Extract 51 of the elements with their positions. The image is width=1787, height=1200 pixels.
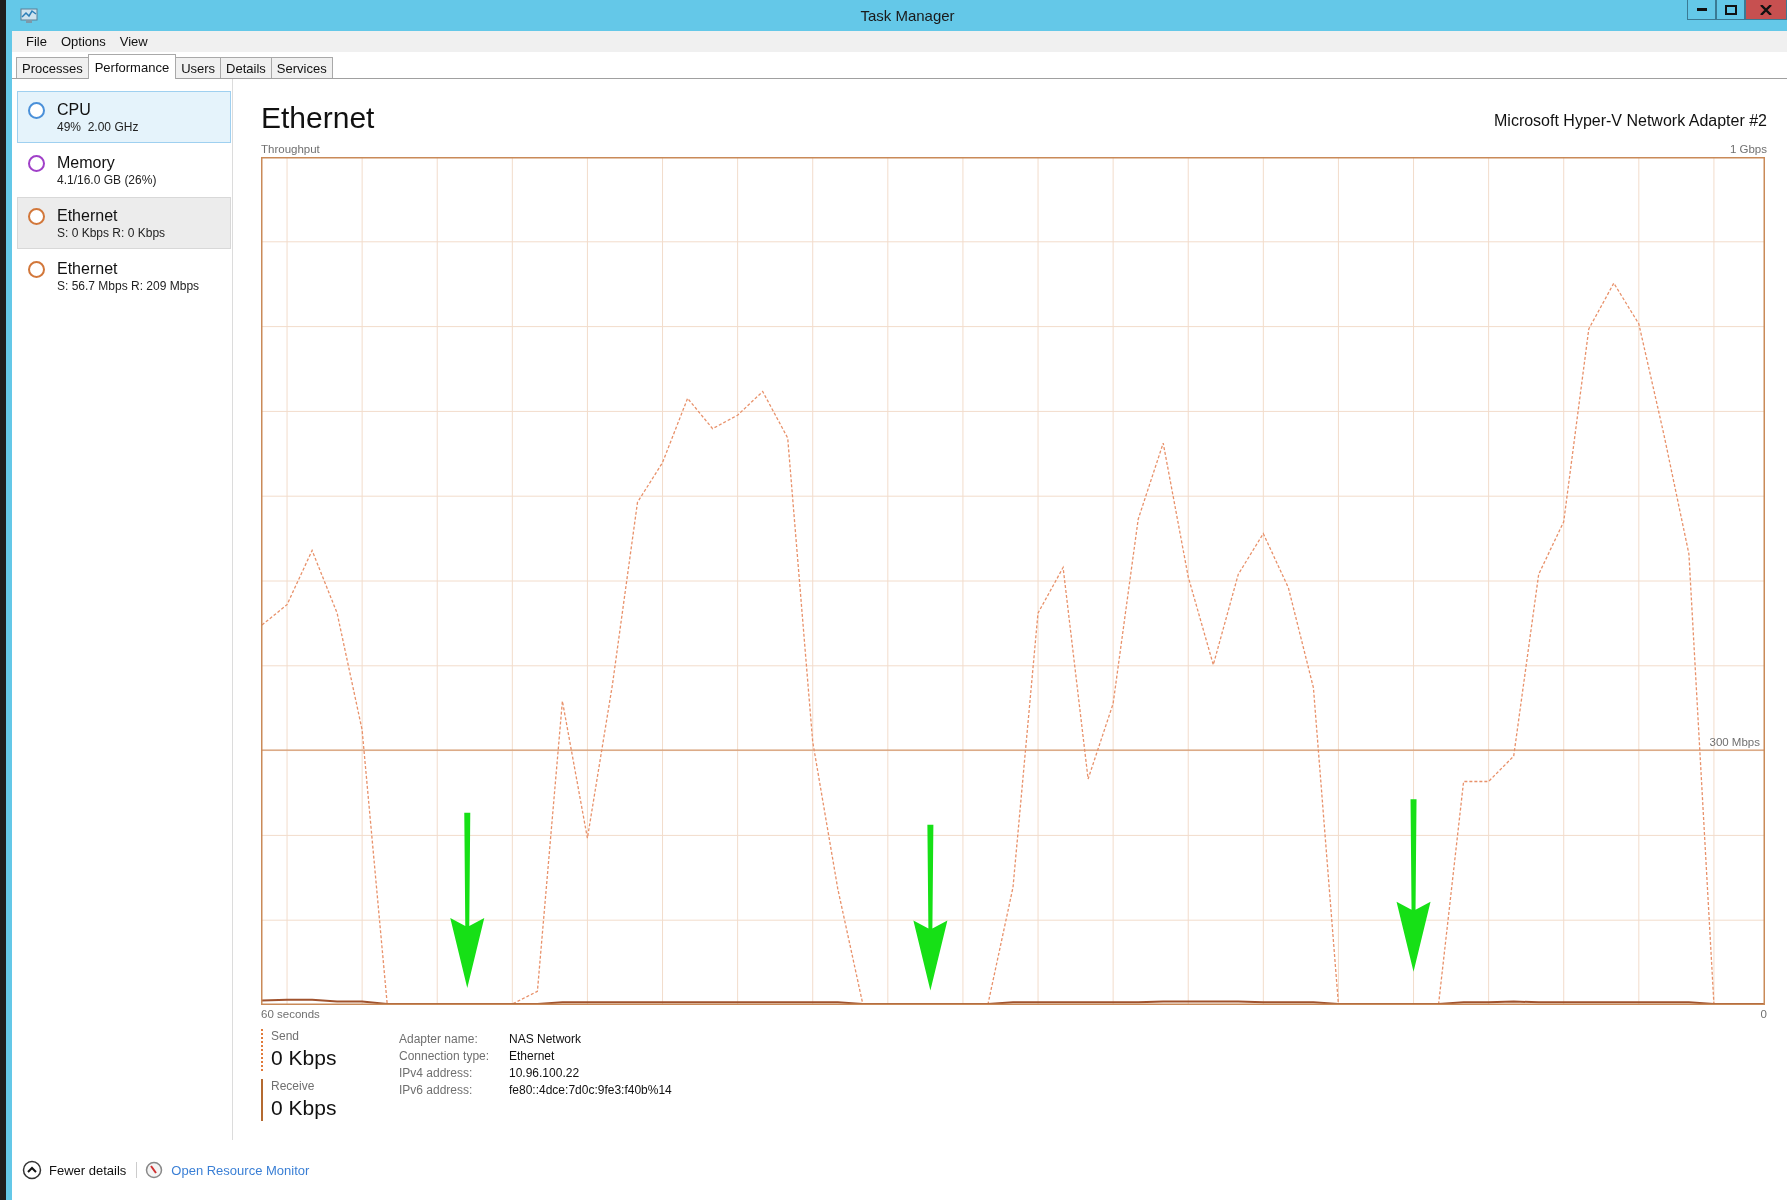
item-detail: 4.1/16.0 GB (26%) xyxy=(57,172,157,188)
maximize-icon xyxy=(1724,4,1737,15)
window-title: Task Manager xyxy=(860,7,955,24)
property-label: Adapter name: xyxy=(399,1032,479,1046)
time-label: 0 xyxy=(1760,1008,1767,1020)
item-detail: S: 0 Kbps R: 0 Kbps xyxy=(57,225,166,241)
item-detail: 49% 2.00 GHz xyxy=(57,119,139,135)
sidebar-item[interactable]: Ethernet S: 56.7 Mbps R: 209 Mbps xyxy=(17,250,231,302)
gauge-icon xyxy=(145,1161,164,1179)
close-icon xyxy=(1760,4,1772,15)
menu-item[interactable]: Options xyxy=(54,34,112,49)
resource-monitor-link[interactable]: Open Resource Monitor xyxy=(171,1162,310,1178)
chevron-up-icon xyxy=(22,1160,42,1180)
graph-label: Throughput xyxy=(261,143,320,155)
sidebar-item[interactable]: Ethernet S: 0 Kbps R: 0 Kbps xyxy=(17,197,231,249)
panel-title: Ethernet xyxy=(261,100,375,136)
stat-label: Receive xyxy=(271,1079,316,1094)
stat-label: Send xyxy=(271,1029,301,1044)
tab[interactable]: Details xyxy=(220,57,272,78)
tab[interactable]: Processes xyxy=(16,57,89,78)
property-value: Ethernet xyxy=(509,1049,556,1063)
close-button[interactable] xyxy=(1745,0,1787,20)
item-name: CPU xyxy=(57,100,91,119)
item-name: Ethernet xyxy=(57,259,118,278)
minimize-button[interactable] xyxy=(1687,0,1716,20)
tab[interactable]: Services xyxy=(270,57,333,78)
item-detail: S: 56.7 Mbps R: 209 Mbps xyxy=(57,278,200,294)
property-value: NAS Network xyxy=(509,1032,583,1046)
sidebar-item[interactable]: CPU 49% 2.00 GHz xyxy=(17,91,231,143)
item-name: Ethernet xyxy=(57,206,118,225)
minimize-icon xyxy=(1696,8,1707,11)
menu-item[interactable]: File xyxy=(20,34,53,49)
stat-value: 0 Kbps xyxy=(271,1095,338,1121)
maximize-button[interactable] xyxy=(1716,0,1745,20)
stat-value: 0 Kbps xyxy=(271,1045,338,1071)
tab[interactable]: Users xyxy=(175,57,222,78)
menu-item[interactable]: View xyxy=(113,34,154,49)
app-icon xyxy=(20,7,38,24)
fewer-details-button[interactable]: Fewer details xyxy=(20,1158,129,1182)
property-label: IPv4 address: xyxy=(399,1066,474,1080)
scale-label: 1 Gbps xyxy=(1729,143,1767,155)
property-value: fe80::4dce:7d0c:9fe3:f40b%14 xyxy=(509,1083,672,1097)
item-name: Memory xyxy=(57,153,115,172)
property-value: 10.96.100.22 xyxy=(509,1066,581,1080)
property-label: IPv6 address: xyxy=(399,1083,474,1097)
adapter-name: Microsoft Hyper-V Network Adapter #2 xyxy=(1494,112,1767,130)
scale-label: 300 Mbps xyxy=(1709,736,1760,749)
time-label: 60 seconds xyxy=(261,1008,320,1020)
property-label: Connection type: xyxy=(399,1049,491,1063)
sidebar-item[interactable]: Memory 4.1/16.0 GB (26%) xyxy=(17,144,231,196)
tab[interactable]: Performance xyxy=(87,54,177,79)
